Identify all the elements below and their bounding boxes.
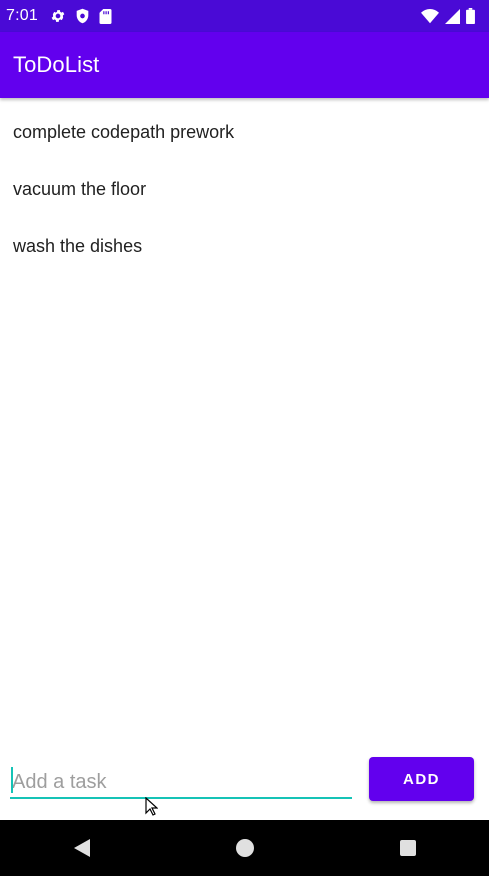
task-item[interactable]: wash the dishes	[0, 218, 489, 275]
app-bar: ToDoList	[0, 32, 489, 98]
back-icon[interactable]	[52, 820, 112, 876]
text-cursor	[11, 767, 13, 793]
mouse-pointer-icon	[145, 796, 159, 822]
gear-icon	[50, 8, 66, 24]
status-bar: 7:01	[0, 0, 489, 32]
task-item[interactable]: vacuum the floor	[0, 161, 489, 218]
task-input[interactable]	[10, 764, 352, 800]
battery-icon	[466, 8, 475, 24]
navigation-bar	[0, 820, 489, 876]
home-icon[interactable]	[215, 820, 275, 876]
status-time: 7:01	[6, 7, 38, 24]
input-underline	[10, 797, 352, 799]
recents-icon[interactable]	[378, 820, 438, 876]
sd-card-icon	[99, 8, 112, 24]
wifi-icon	[421, 8, 439, 24]
add-task-row: ADD	[0, 752, 489, 812]
shield-icon	[75, 8, 90, 24]
add-button[interactable]: ADD	[369, 757, 474, 801]
signal-icon	[445, 8, 460, 24]
task-list: complete codepath prework vacuum the flo…	[0, 104, 489, 275]
app-title: ToDoList	[13, 52, 100, 77]
task-item[interactable]: complete codepath prework	[0, 104, 489, 161]
